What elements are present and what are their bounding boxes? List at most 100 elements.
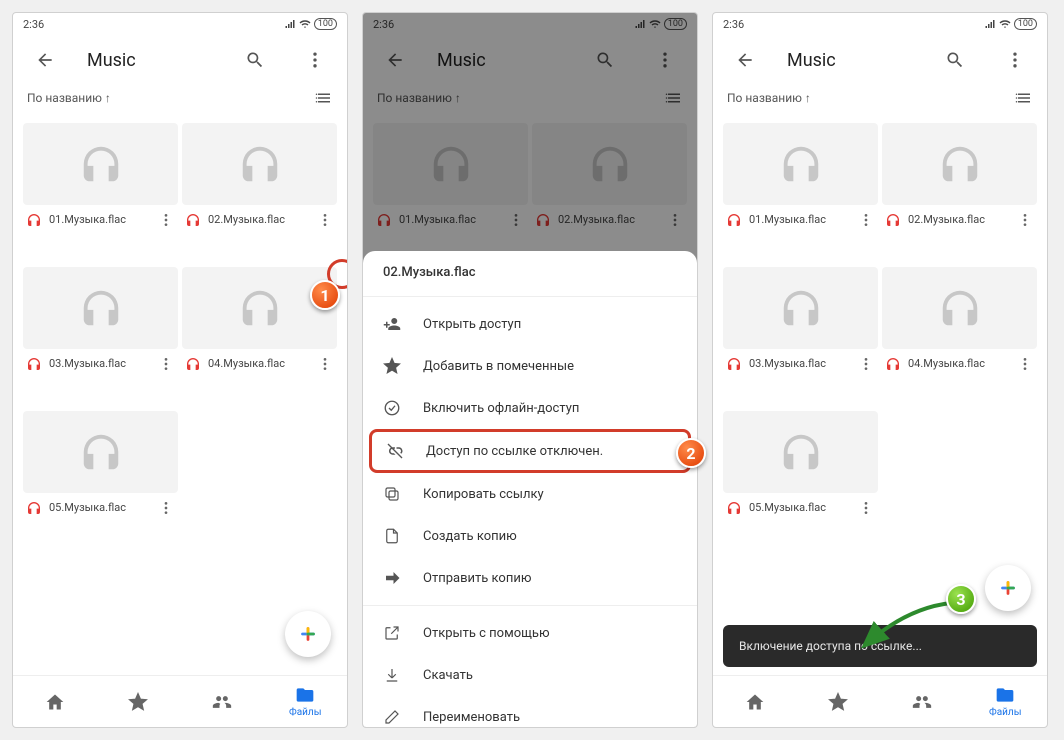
file-thumbnail	[23, 267, 178, 349]
divider	[363, 605, 697, 606]
check-circle-icon	[383, 399, 401, 417]
search-icon	[245, 50, 265, 70]
file-more-button[interactable]	[856, 356, 876, 372]
sheet-rename-label: Переименовать	[423, 710, 520, 725]
menu-button[interactable]	[297, 42, 333, 78]
status-time: 2:36	[723, 18, 744, 31]
file-row: 04.Музыка.flac	[882, 349, 1037, 379]
nav-starred[interactable]	[797, 676, 881, 727]
app-bar: Music	[13, 35, 347, 85]
sheet-share[interactable]: Открыть доступ	[363, 303, 697, 345]
back-button[interactable]	[727, 42, 763, 78]
sheet-rename[interactable]: Переименовать	[363, 696, 697, 727]
open-icon	[383, 624, 401, 642]
sort-label[interactable]: По названию ↑	[27, 91, 111, 105]
file-card[interactable]: 01.Музыка.flac	[723, 123, 878, 263]
file-more-button[interactable]	[315, 356, 335, 372]
file-row: 05.Музыка.flac	[723, 493, 878, 523]
callout-2: 2	[676, 438, 706, 468]
file-type-icon	[725, 211, 743, 229]
sheet-download-label: Скачать	[423, 668, 473, 683]
back-icon	[35, 50, 55, 70]
status-icons: 100	[984, 18, 1037, 30]
file-grid: 01.Музыка.flac 02.Музыка.flac 03.Музыка.…	[13, 117, 347, 675]
file-thumbnail	[182, 123, 337, 205]
file-row: 02.Музыка.flac	[182, 205, 337, 235]
file-card[interactable]: 04.Музыка.flac	[882, 267, 1037, 407]
bottom-nav: Файлы	[713, 675, 1047, 727]
headphones-icon	[937, 285, 983, 331]
search-button[interactable]	[237, 42, 273, 78]
nav-files[interactable]: Файлы	[264, 676, 348, 727]
file-name: 04.Музыка.flac	[208, 357, 309, 370]
file-more-button[interactable]	[1015, 356, 1035, 372]
file-thumbnail	[882, 123, 1037, 205]
headphones-icon	[237, 141, 283, 187]
file-more-button[interactable]	[315, 212, 335, 228]
file-name: 01.Музыка.flac	[49, 213, 150, 226]
sheet-copy[interactable]: Создать копию	[363, 515, 697, 557]
nav-home[interactable]	[713, 676, 797, 727]
file-thumbnail	[723, 267, 878, 349]
forward-icon	[383, 569, 401, 587]
file-type-icon	[884, 211, 902, 229]
file-more-button[interactable]	[156, 356, 176, 372]
file-more-button[interactable]	[156, 212, 176, 228]
sheet-send-copy[interactable]: Отправить копию	[363, 557, 697, 599]
nav-shared[interactable]	[180, 676, 264, 727]
file-thumbnail	[182, 267, 337, 349]
file-more-button[interactable]	[856, 212, 876, 228]
page-title: Music	[787, 50, 913, 71]
file-row: 02.Музыка.flac	[882, 205, 1037, 235]
sheet-open-with[interactable]: Открыть с помощью	[363, 612, 697, 654]
file-more-button[interactable]	[156, 500, 176, 516]
file-card[interactable]: 05.Музыка.flac	[23, 411, 178, 551]
headphones-icon	[78, 285, 124, 331]
file-card[interactable]: 02.Музыка.flac	[182, 123, 337, 263]
rename-icon	[383, 708, 401, 726]
file-more-button[interactable]	[856, 500, 876, 516]
view-toggle[interactable]	[1015, 89, 1033, 107]
file-card[interactable]: 02.Музыка.flac	[882, 123, 1037, 263]
back-button[interactable]	[27, 42, 63, 78]
menu-button[interactable]	[997, 42, 1033, 78]
fab-add[interactable]	[985, 565, 1031, 611]
file-thumbnail	[723, 123, 878, 205]
sheet-star[interactable]: Добавить в помеченные	[363, 345, 697, 387]
nav-shared[interactable]	[880, 676, 964, 727]
headphones-icon	[237, 285, 283, 331]
sheet-link-off[interactable]: Доступ по ссылке отключен.	[369, 429, 691, 473]
headphones-icon	[26, 212, 42, 228]
sheet-download[interactable]: Скачать	[363, 654, 697, 696]
headphones-icon	[778, 285, 824, 331]
file-type-icon	[884, 355, 902, 373]
people-icon	[912, 692, 932, 712]
sort-label[interactable]: По названию ↑	[727, 91, 811, 105]
file-name: 05.Музыка.flac	[749, 501, 850, 514]
folder-icon	[995, 685, 1015, 705]
file-name: 05.Музыка.flac	[49, 501, 150, 514]
link-off-icon	[386, 442, 404, 460]
sheet-copy-link[interactable]: Копировать ссылку	[363, 473, 697, 515]
nav-files[interactable]: Файлы	[964, 676, 1048, 727]
view-toggle[interactable]	[315, 89, 333, 107]
headphones-icon	[726, 212, 742, 228]
file-more-button[interactable]	[1015, 212, 1035, 228]
plus-icon	[997, 577, 1019, 599]
nav-home[interactable]	[13, 676, 97, 727]
file-row: 03.Музыка.flac	[23, 349, 178, 379]
fab-add[interactable]	[285, 611, 331, 657]
file-card[interactable]: 03.Музыка.flac	[23, 267, 178, 407]
search-button[interactable]	[937, 42, 973, 78]
headphones-icon	[778, 141, 824, 187]
battery-indicator: 100	[1014, 18, 1037, 30]
file-card[interactable]: 01.Музыка.flac	[23, 123, 178, 263]
file-card[interactable]: 03.Музыка.flac	[723, 267, 878, 407]
dots-icon	[305, 50, 325, 70]
nav-starred[interactable]	[97, 676, 181, 727]
nav-files-label: Файлы	[289, 707, 321, 718]
file-card[interactable]: 05.Музыка.flac	[723, 411, 878, 551]
dots-icon	[1017, 212, 1033, 228]
sheet-offline[interactable]: Включить офлайн-доступ	[363, 387, 697, 429]
callout-3: 3	[946, 584, 976, 614]
